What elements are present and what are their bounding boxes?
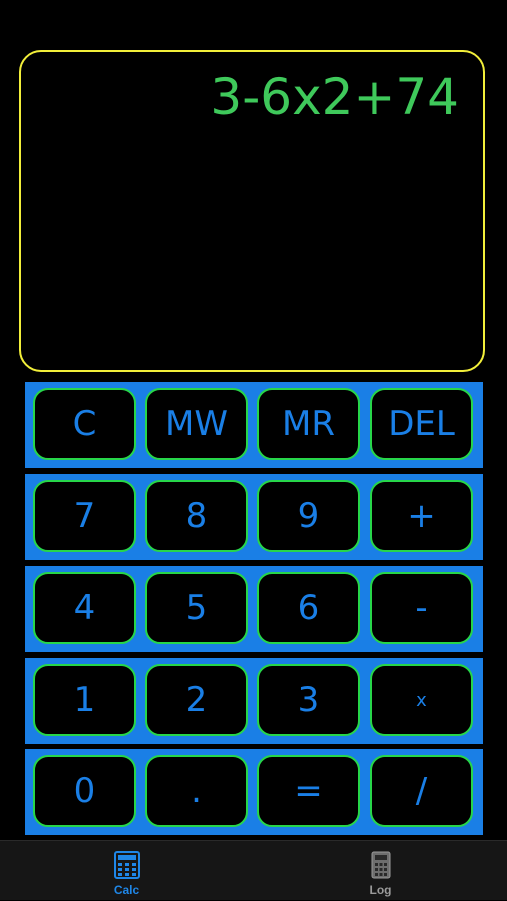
keypad-row-789: 7 8 9 + xyxy=(25,474,483,560)
log-icon xyxy=(371,851,390,879)
minus-button[interactable]: - xyxy=(370,572,473,644)
keypad-row-memory: C MW MR DEL xyxy=(25,382,483,468)
digit-2-button[interactable]: 2 xyxy=(145,664,248,736)
digit-8-button[interactable]: 8 xyxy=(145,480,248,552)
memory-write-button[interactable]: MW xyxy=(145,388,248,460)
delete-button[interactable]: DEL xyxy=(370,388,473,460)
memory-recall-button[interactable]: MR xyxy=(257,388,360,460)
digit-3-button[interactable]: 3 xyxy=(257,664,360,736)
tab-calc[interactable]: Calc xyxy=(0,841,253,901)
tab-calc-label: Calc xyxy=(113,883,140,897)
digit-0-button[interactable]: 0 xyxy=(33,755,136,827)
digit-7-button[interactable]: 7 xyxy=(33,480,136,552)
divide-button[interactable]: / xyxy=(370,755,473,827)
keypad-row-0: 0 . = / xyxy=(25,749,483,835)
tab-log-label: Log xyxy=(369,883,392,897)
multiply-button[interactable]: x xyxy=(370,664,473,736)
decimal-point-button[interactable]: . xyxy=(145,755,248,827)
keypad-row-456: 4 5 6 - xyxy=(25,566,483,652)
digit-4-button[interactable]: 4 xyxy=(33,572,136,644)
clear-button[interactable]: C xyxy=(33,388,136,460)
equals-button[interactable]: = xyxy=(257,755,360,827)
digit-6-button[interactable]: 6 xyxy=(257,572,360,644)
keypad-row-123: 1 2 3 x xyxy=(25,658,483,744)
digit-1-button[interactable]: 1 xyxy=(33,664,136,736)
plus-button[interactable]: + xyxy=(370,480,473,552)
digit-5-button[interactable]: 5 xyxy=(145,572,248,644)
tab-bar: Calc Log xyxy=(0,840,507,900)
calculator-icon xyxy=(113,851,140,879)
digit-9-button[interactable]: 9 xyxy=(257,480,360,552)
tab-log[interactable]: Log xyxy=(254,841,507,901)
expression-readout: 3-6x2+74 xyxy=(210,68,459,126)
calculator-display: 3-6x2+74 xyxy=(19,50,485,372)
